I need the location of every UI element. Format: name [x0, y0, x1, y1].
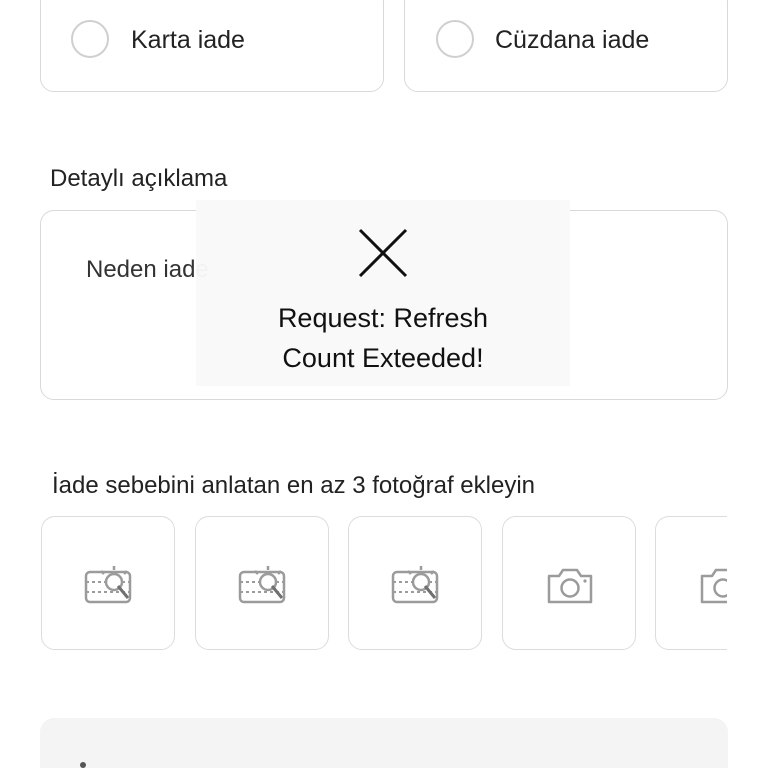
photos-title: İade sebebini anlatan en az 3 fotoğraf e…	[52, 472, 536, 499]
info-panel	[40, 718, 728, 768]
toast-message: Request: Refresh Count Exteeded!	[196, 298, 570, 378]
description-title: Detaylı açıklama	[50, 165, 228, 192]
refund-to-wallet-radio[interactable]	[436, 20, 474, 58]
close-icon[interactable]	[358, 228, 408, 278]
photo-slot-3[interactable]	[348, 516, 482, 650]
return-request-screen: Karta iade Cüzdana iade Detaylı açıklama…	[0, 0, 768, 768]
camera-icon	[547, 568, 593, 604]
photo-slot-5[interactable]	[655, 516, 727, 650]
photo-upload-row	[0, 516, 727, 652]
toast-message-line2: Count Exteeded!	[282, 343, 484, 373]
image-add-icon	[391, 566, 439, 604]
info-bullet	[80, 762, 86, 768]
photo-slot-2[interactable]	[195, 516, 329, 650]
camera-icon	[700, 568, 727, 604]
image-add-icon	[84, 566, 132, 604]
refund-to-wallet-label: Cüzdana iade	[495, 26, 650, 54]
image-add-icon	[238, 566, 286, 604]
refund-to-wallet-option[interactable]: Cüzdana iade	[404, 0, 728, 92]
refund-to-card-label: Karta iade	[131, 26, 245, 54]
error-toast: Request: Refresh Count Exteeded!	[196, 200, 570, 386]
toast-message-line1: Request: Refresh	[277, 303, 489, 333]
refund-to-card-option[interactable]: Karta iade	[40, 0, 384, 92]
description-placeholder: Neden iade	[86, 256, 209, 283]
photo-slot-1[interactable]	[41, 516, 175, 650]
refund-to-card-radio[interactable]	[71, 20, 109, 58]
photo-slot-4[interactable]	[502, 516, 636, 650]
